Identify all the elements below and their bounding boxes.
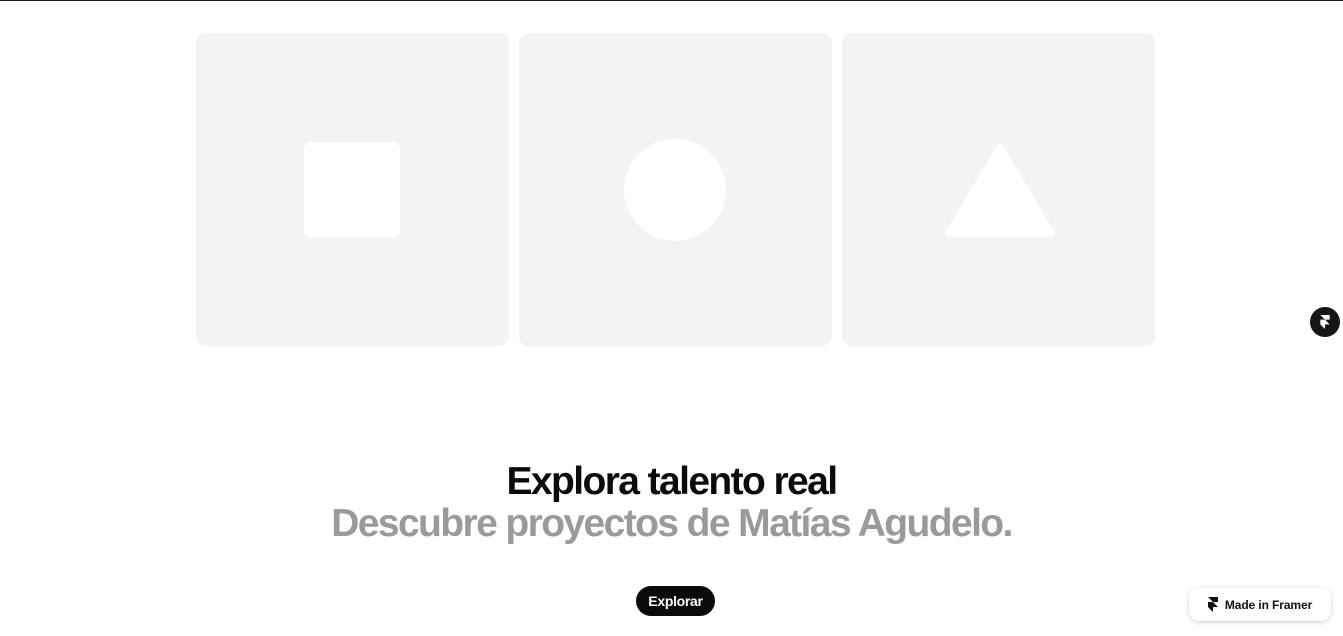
shape-card-circle <box>519 33 832 346</box>
top-divider <box>0 0 1343 1</box>
page: Explora talento real Descubre proyectos … <box>0 0 1343 636</box>
cta-headline: Explora talento real <box>506 460 839 503</box>
made-in-framer-badge[interactable]: Made in Framer <box>1189 588 1331 621</box>
framer-side-badge[interactable] <box>1310 307 1340 337</box>
triangle-shape <box>945 144 1055 237</box>
explore-button[interactable]: Explorar <box>636 586 715 616</box>
square-shape <box>304 142 400 238</box>
circle-shape <box>624 139 726 241</box>
shape-card-triangle <box>842 33 1155 346</box>
made-in-framer-label: Made in Framer <box>1224 597 1313 612</box>
framer-logo-icon <box>1319 315 1331 329</box>
framer-logo-icon <box>1207 597 1218 612</box>
shape-card-square <box>196 33 509 346</box>
cta-subheadline: Descubre proyectos de Matías Agudelo. <box>331 502 1013 545</box>
